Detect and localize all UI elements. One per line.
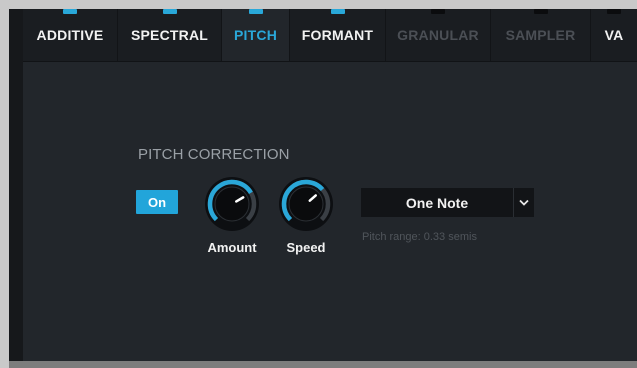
tab-formant[interactable]: FORMANT — [290, 9, 386, 61]
amount-knob[interactable] — [203, 175, 261, 233]
tab-label: VA — [604, 27, 624, 43]
tab-label: SAMPLER — [505, 27, 576, 43]
tab-label: FORMANT — [301, 27, 374, 43]
pitch-correction-on-button[interactable]: On — [136, 190, 178, 214]
tab-bar: ADDITIVE SPECTRAL PITCH FORMANT GRANULAR… — [23, 9, 637, 62]
tab-granular[interactable]: GRANULAR — [386, 9, 491, 61]
bottom-border — [9, 361, 637, 368]
tab-indicator — [248, 9, 263, 14]
mode-dropdown[interactable]: One Note — [361, 188, 534, 217]
pitch-range-text: Pitch range: 0.33 semis — [362, 231, 477, 243]
chevron-down-icon — [514, 188, 534, 217]
tab-pitch[interactable]: PITCH — [222, 9, 290, 61]
tab-indicator — [607, 9, 621, 14]
pitch-panel: PITCH CORRECTION On Amount Speed One Not… — [23, 62, 637, 361]
tab-indicator — [533, 9, 548, 14]
tab-sampler[interactable]: SAMPLER — [491, 9, 591, 61]
amount-label: Amount — [207, 240, 257, 255]
tab-indicator — [330, 9, 345, 14]
tab-indicator — [162, 9, 177, 14]
tab-indicator — [63, 9, 77, 14]
tab-label: PITCH — [234, 27, 277, 43]
tab-label: SPECTRAL — [130, 27, 209, 43]
section-title: PITCH CORRECTION — [138, 146, 290, 163]
tab-label: ADDITIVE — [36, 27, 104, 43]
mode-value: One Note — [405, 194, 469, 211]
tab-va[interactable]: VA — [591, 9, 637, 61]
tab-indicator — [431, 9, 445, 14]
plugin-window: ADDITIVE SPECTRAL PITCH FORMANT GRANULAR… — [9, 9, 637, 361]
speed-knob[interactable] — [277, 175, 335, 233]
left-edge-strip — [9, 9, 24, 361]
tab-spectral[interactable]: SPECTRAL — [118, 9, 222, 61]
tab-additive[interactable]: ADDITIVE — [23, 9, 118, 61]
tab-label: GRANULAR — [397, 27, 479, 43]
speed-label: Speed — [286, 240, 326, 255]
